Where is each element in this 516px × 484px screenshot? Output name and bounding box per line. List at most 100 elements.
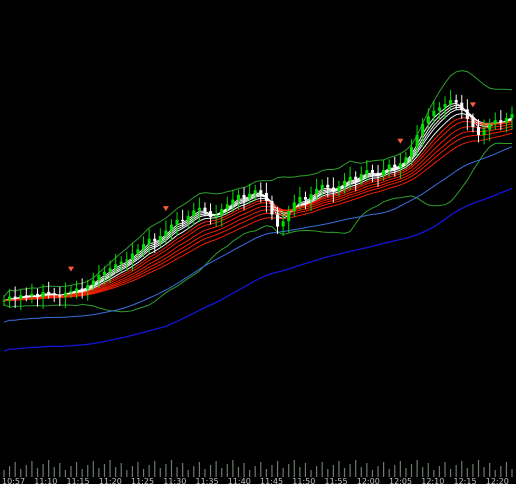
volume-bar	[176, 467, 178, 477]
volume-bar	[505, 462, 508, 477]
volume-bar	[159, 468, 161, 477]
volume-bar	[377, 466, 379, 477]
candle-body	[298, 196, 302, 203]
volume-bar	[221, 468, 223, 477]
candle-body	[114, 264, 118, 269]
candle-body	[376, 172, 380, 176]
candle-body	[225, 204, 229, 210]
candle-body	[437, 107, 441, 111]
candle-body	[393, 164, 397, 168]
volume-bar	[265, 469, 267, 477]
volume-bar	[288, 464, 290, 477]
candle-body	[382, 170, 386, 176]
candle-body	[465, 109, 469, 119]
volume-bar	[371, 470, 374, 477]
volume-bar	[416, 460, 418, 477]
volume-bar	[399, 461, 401, 477]
volume-bar	[42, 464, 44, 477]
candle-body	[80, 288, 84, 290]
candle-body	[276, 214, 280, 227]
candle-body	[119, 261, 123, 265]
candle-body	[359, 174, 363, 180]
candle-body	[220, 209, 224, 216]
candle-body	[125, 259, 129, 262]
candle-body	[97, 275, 101, 281]
candle-body	[108, 268, 112, 272]
candle-body	[75, 288, 79, 292]
volume-bar	[494, 470, 496, 477]
candle-body	[510, 114, 514, 119]
candle-body	[476, 126, 481, 136]
volume-bar	[466, 468, 468, 477]
candle-body	[415, 135, 419, 148]
volume-bar	[142, 469, 145, 477]
candle-body	[504, 118, 508, 123]
candle-body	[270, 201, 274, 215]
candle-body	[337, 186, 341, 191]
candle-body	[488, 124, 492, 130]
candle-body	[287, 211, 291, 222]
volume-bar	[338, 461, 340, 477]
volume-bar	[316, 466, 318, 477]
volume-bar	[87, 465, 89, 477]
time-label: 11:35	[196, 477, 219, 484]
volume-bar	[243, 463, 245, 477]
candle-body	[209, 211, 213, 218]
candle-body	[214, 215, 218, 218]
volume-bar	[388, 469, 390, 477]
candle-body	[320, 184, 324, 189]
volume-bar	[366, 463, 368, 477]
volume-bar	[193, 466, 195, 477]
volume-bar	[489, 463, 491, 477]
time-label: 12:20	[486, 477, 509, 484]
volume-bar	[304, 463, 307, 477]
candle-body	[192, 210, 196, 216]
time-label: 11:45	[260, 477, 283, 484]
candle-body	[421, 123, 425, 136]
volume-bar	[36, 468, 39, 477]
candle-body	[8, 296, 12, 301]
candle-body	[175, 219, 179, 225]
volume-bar	[170, 460, 173, 477]
candle-body	[41, 291, 45, 298]
volume-bar	[299, 467, 301, 477]
volume-bar	[59, 463, 61, 477]
volume-bar	[20, 469, 22, 477]
time-label: 11:15	[67, 477, 90, 484]
volume-bar	[438, 466, 441, 477]
time-label: 11:25	[131, 477, 154, 484]
time-label: 11:20	[99, 477, 122, 484]
candle-body	[348, 176, 352, 181]
volume-bar	[154, 461, 156, 477]
volume-bar	[276, 461, 279, 477]
candle-body	[482, 129, 486, 136]
volume-bar	[14, 462, 16, 477]
candle-body	[281, 221, 285, 227]
time-label: 12:10	[421, 477, 444, 484]
time-label: 11:55	[325, 477, 348, 484]
candle-body	[253, 190, 257, 194]
candle-body	[443, 104, 447, 108]
volume-bar	[332, 465, 334, 477]
volume-bar	[126, 470, 128, 477]
candle-body	[493, 120, 497, 125]
time-label: 10:57	[2, 477, 25, 484]
candle-body	[426, 116, 430, 124]
candle-body	[147, 238, 151, 245]
volume-bar	[187, 470, 189, 477]
volume-bar	[75, 462, 78, 477]
candle-body	[19, 295, 23, 299]
volume-bar	[25, 465, 27, 477]
candle-body	[142, 244, 146, 250]
volume-bar	[31, 461, 33, 477]
volume-bar	[148, 465, 150, 477]
price-chart[interactable]: 10:57 11:10 11:15 11:20 11:25 11:30 11:35 11:40…	[0, 0, 516, 484]
candle-body	[449, 100, 453, 105]
chart-background	[0, 0, 516, 484]
candlestick-chart[interactable]: 10:57 11:10 11:15 11:20 11:25 11:30 11:35 11:40…	[0, 0, 516, 484]
candle-body	[303, 196, 307, 200]
candle-body	[264, 192, 268, 201]
candle-body	[158, 236, 162, 242]
candle-body	[24, 295, 28, 297]
volume-bar	[410, 464, 413, 477]
